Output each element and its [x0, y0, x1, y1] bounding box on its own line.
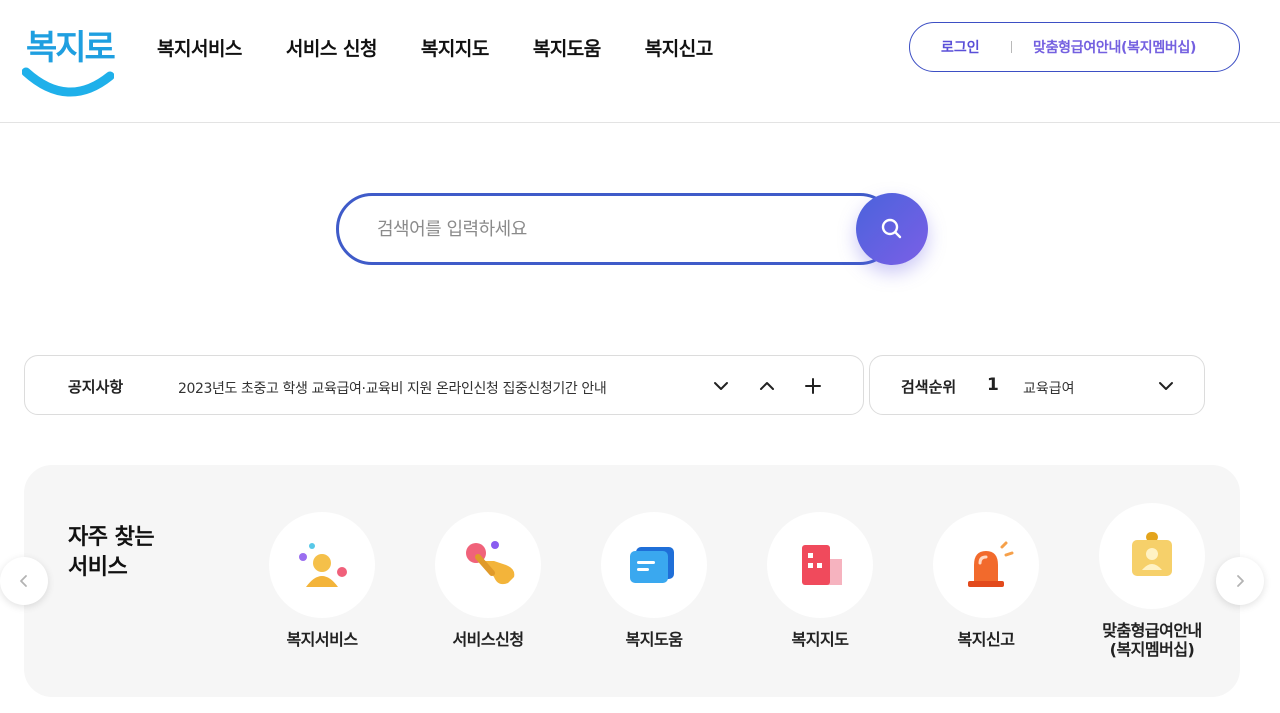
ranking-number: 1: [987, 375, 999, 395]
chevron-down-icon: [1159, 382, 1173, 390]
ranking-label: 검색순위: [901, 378, 957, 396]
logo-smile-icon: [22, 67, 114, 97]
service-label: 맞춤형급여안내 (복지멤버십): [1067, 621, 1237, 659]
service-label: 복지도움: [625, 630, 683, 649]
search-input[interactable]: [336, 193, 896, 265]
user-menu: 로그인 맞춤형급여안내(복지멤버십): [909, 22, 1240, 72]
service-icon-circle: [767, 512, 873, 618]
service-icon-circle: [1099, 503, 1205, 609]
chat-bubble-icon: [630, 547, 674, 583]
nav-item-service-apply[interactable]: 서비스 신청: [286, 34, 378, 61]
id-badge-icon: [1132, 532, 1172, 576]
person-icon: [299, 543, 347, 587]
hand-click-icon: [466, 541, 515, 585]
search-button[interactable]: [856, 193, 928, 265]
service-label-line-1: 맞춤형급여안내: [1102, 621, 1202, 640]
ranking-term[interactable]: 교육급여: [1023, 378, 1075, 398]
title-line-1: 자주 찾는: [68, 525, 155, 550]
frequent-services-title: 자주 찾는 서비스: [68, 523, 155, 583]
membership-link[interactable]: 맞춤형급여안내(복지멤버십): [1033, 37, 1196, 57]
building-icon: [802, 545, 842, 585]
service-membership[interactable]: 맞춤형급여안내 (복지멤버십): [1067, 503, 1237, 659]
carousel-next-button[interactable]: [1216, 557, 1264, 605]
search-bar: [336, 193, 928, 265]
nav-item-welfare-map[interactable]: 복지지도: [421, 34, 489, 61]
plus-icon: [805, 378, 821, 394]
search-icon: [881, 218, 902, 239]
divider: [1011, 41, 1012, 53]
service-icon-circle: [933, 512, 1039, 618]
notice-label: 공지사항: [68, 378, 124, 396]
service-label: 복지신고: [957, 630, 1015, 649]
nav-item-welfare-report[interactable]: 복지신고: [645, 34, 713, 61]
nav-item-welfare-service[interactable]: 복지서비스: [157, 34, 242, 61]
chevron-left-icon: [20, 575, 27, 587]
chevron-down-icon: [714, 382, 728, 390]
service-welfare-service[interactable]: 복지서비스: [237, 512, 407, 649]
title-line-2: 서비스: [68, 555, 128, 580]
search-ranking: 검색순위 1 교육급여: [869, 355, 1205, 415]
notice-bar: 공지사항 2023년도 초중고 학생 교육급여·교육비 지원 온라인신청 집중신…: [24, 355, 864, 415]
service-icon-circle: [435, 512, 541, 618]
main-nav: 복지서비스 서비스 신청 복지지도 복지도움 복지신고: [157, 34, 713, 61]
service-welfare-report[interactable]: 복지신고: [901, 512, 1071, 649]
service-icon-circle: [269, 512, 375, 618]
notice-prev-button[interactable]: [755, 374, 779, 398]
notice-more-button[interactable]: [801, 374, 825, 398]
logo[interactable]: 복지로: [22, 20, 116, 104]
service-icon-circle: [601, 512, 707, 618]
site-header: 복지로 복지서비스 서비스 신청 복지지도 복지도움 복지신고 로그인 맞춤형급…: [0, 0, 1280, 123]
service-label: 복지서비스: [286, 630, 358, 649]
service-label-line-2: (복지멤버십): [1109, 640, 1195, 659]
frequent-services: 자주 찾는 서비스 복지서비스 서비스신청 복지도움 복지지도 복지신고 맞춤형…: [24, 465, 1240, 697]
service-label: 서비스신청: [452, 630, 524, 649]
chevron-right-icon: [1237, 575, 1244, 587]
service-label: 복지지도: [791, 630, 849, 649]
chevron-up-icon: [760, 382, 774, 390]
notice-next-button[interactable]: [709, 374, 733, 398]
carousel-prev-button[interactable]: [0, 557, 48, 605]
login-link[interactable]: 로그인: [941, 37, 980, 57]
service-welfare-map[interactable]: 복지지도: [735, 512, 905, 649]
siren-icon: [968, 541, 1014, 587]
nav-item-welfare-help[interactable]: 복지도움: [533, 34, 601, 61]
service-apply[interactable]: 서비스신청: [403, 512, 573, 649]
service-welfare-help[interactable]: 복지도움: [569, 512, 739, 649]
notice-headline[interactable]: 2023년도 초중고 학생 교육급여·교육비 지원 온라인신청 집중신청기간 안…: [178, 378, 607, 398]
logo-text: 복지로: [26, 28, 116, 68]
ranking-expand-button[interactable]: [1154, 374, 1178, 398]
